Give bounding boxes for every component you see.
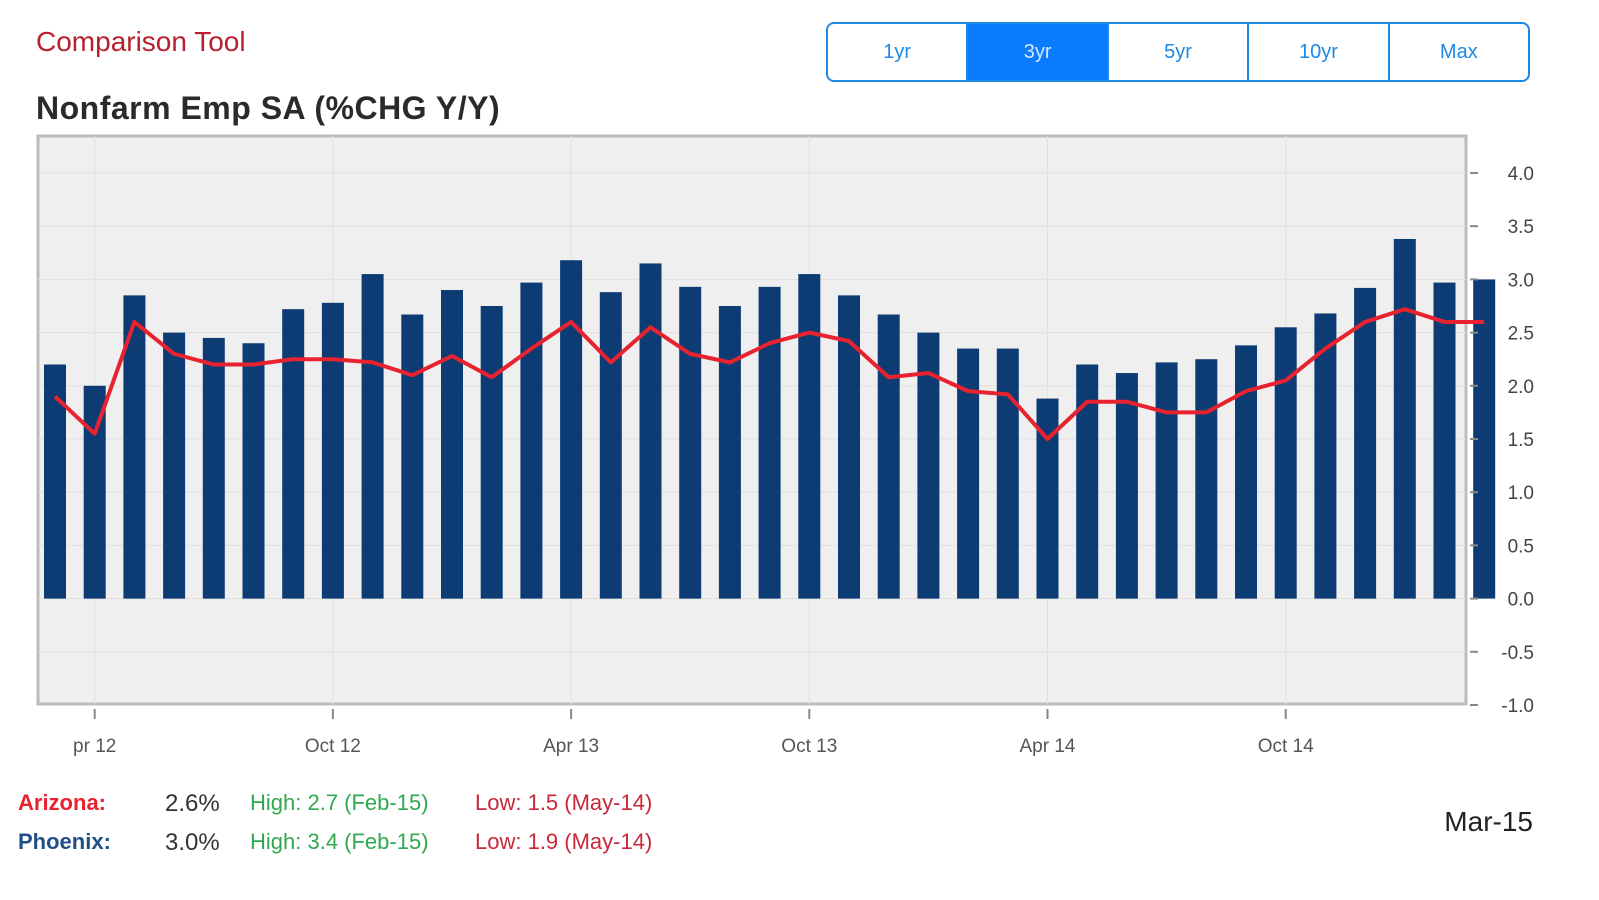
x-tick-label: Oct 14 bbox=[1258, 736, 1314, 757]
y-tick-label: 3.5 bbox=[1508, 217, 1534, 238]
bar-phoenix bbox=[202, 337, 225, 599]
bar-phoenix bbox=[560, 260, 583, 599]
y-tick-label: 2.0 bbox=[1508, 377, 1534, 398]
bar-phoenix bbox=[480, 306, 503, 599]
legend-name: Phoenix: bbox=[18, 829, 111, 854]
bar-phoenix bbox=[520, 282, 543, 599]
bar-phoenix bbox=[44, 364, 66, 599]
y-tick-label: 3.0 bbox=[1508, 270, 1534, 291]
bar-phoenix bbox=[1235, 345, 1257, 599]
legend-high: High: 2.7 (Feb-15) bbox=[250, 790, 429, 815]
bar-phoenix bbox=[758, 286, 781, 599]
bar-phoenix bbox=[679, 286, 702, 599]
bar-phoenix bbox=[1155, 362, 1178, 599]
bar-phoenix bbox=[1195, 359, 1218, 599]
bar-phoenix bbox=[282, 309, 305, 599]
y-tick-label: 1.0 bbox=[1508, 483, 1534, 504]
legend-high: High: 3.4 (Feb-15) bbox=[250, 829, 429, 854]
bar-phoenix bbox=[163, 332, 186, 599]
x-tick-label: Oct 13 bbox=[781, 736, 837, 757]
x-tick-label: Apr 14 bbox=[1020, 736, 1076, 757]
bar-phoenix bbox=[242, 343, 265, 599]
bar-phoenix bbox=[321, 302, 344, 599]
bar-phoenix bbox=[1115, 373, 1138, 599]
x-tick-label: pr 12 bbox=[73, 736, 116, 757]
bar-phoenix bbox=[718, 306, 741, 599]
y-tick-label: 1.5 bbox=[1508, 430, 1534, 451]
y-tick-label: 4.0 bbox=[1508, 164, 1534, 185]
legend-name: Arizona: bbox=[18, 790, 106, 815]
bar-phoenix bbox=[639, 263, 662, 599]
y-tick-label: 2.5 bbox=[1508, 324, 1534, 345]
y-tick-label: -0.5 bbox=[1501, 643, 1534, 664]
bar-phoenix bbox=[1076, 364, 1099, 599]
bar-phoenix bbox=[1393, 238, 1416, 599]
bar-phoenix bbox=[1274, 327, 1297, 599]
bar-phoenix bbox=[1354, 287, 1377, 599]
bar-phoenix bbox=[599, 292, 622, 599]
bar-phoenix bbox=[441, 290, 463, 599]
bar-phoenix bbox=[996, 348, 1019, 599]
current-date-label: Mar-15 bbox=[1444, 806, 1533, 837]
y-tick-label: -1.0 bbox=[1501, 696, 1534, 717]
x-tick-label: Oct 12 bbox=[305, 736, 361, 757]
bar-phoenix bbox=[877, 314, 900, 599]
y-tick-label: 0.0 bbox=[1508, 590, 1534, 611]
bar-phoenix bbox=[1433, 282, 1456, 599]
legend-low: Low: 1.5 (May-14) bbox=[475, 790, 653, 815]
x-tick-label: Apr 13 bbox=[543, 736, 599, 757]
legend-low: Low: 1.9 (May-14) bbox=[475, 829, 653, 854]
legend-current-value: 2.6% bbox=[165, 790, 220, 817]
bar-phoenix bbox=[798, 274, 821, 599]
legend-current-value: 3.0% bbox=[165, 829, 220, 856]
employment-chart: 4.0 3.5 3.0 2.5 2.0 1.5 1.0 0.5 0.0 -0.5 -1.0 pr 12… bbox=[36, 134, 1534, 757]
bar-phoenix bbox=[361, 274, 384, 599]
bar-phoenix bbox=[401, 314, 424, 599]
y-tick-label: 0.5 bbox=[1508, 536, 1534, 557]
